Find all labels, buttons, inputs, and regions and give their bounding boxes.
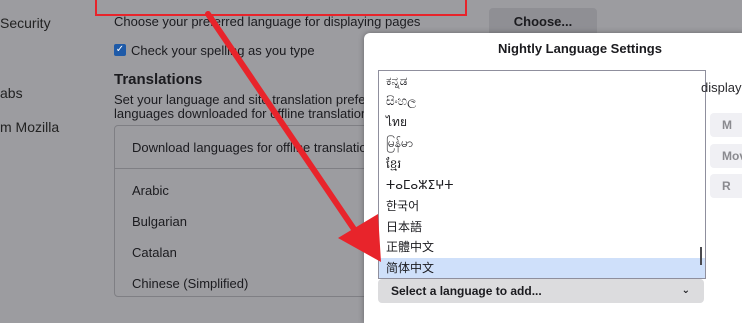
list-item-thai[interactable]: ไทย	[386, 112, 407, 132]
language-list[interactable]: ಕನ್ನಡ සිංහල ไทย မြန်မာ ខ្មែរ ⵜⴰⵎⴰⵣⵉⵖⵜ 한국…	[378, 70, 706, 279]
list-item-chinese-traditional[interactable]: 正體中文	[386, 237, 434, 257]
dialog-right-text: display a	[701, 80, 742, 95]
language-row-bulgarian: Bulgarian	[132, 214, 187, 229]
sidebar-item-label: abs	[0, 85, 23, 101]
spellcheck-checkbox[interactable]: ✓	[114, 44, 126, 56]
language-description: Choose your preferred language for displ…	[114, 14, 421, 29]
translations-panel: Download languages for offline translati…	[114, 125, 376, 297]
list-item-korean[interactable]: 한국어	[386, 196, 419, 216]
translations-title: Translations	[114, 71, 203, 88]
dialog-title: Nightly Language Settings	[498, 41, 662, 56]
language-row-catalan: Catalan	[132, 245, 177, 260]
list-item-chinese-simplified[interactable]: 简体中文	[379, 258, 705, 278]
language-row-arabic: Arabic	[132, 183, 169, 198]
move-down-button[interactable]: Mov	[710, 144, 742, 168]
sidebar-item-security[interactable]: Security	[0, 15, 51, 31]
spellcheck-label: Check your spelling as you type	[131, 43, 315, 58]
sidebar-item-tabs[interactable]: abs	[0, 85, 23, 101]
language-row-chinese-simplified: Chinese (Simplified)	[132, 276, 249, 291]
chevron-down-icon: ⌄	[681, 285, 690, 296]
list-item-sinhala[interactable]: සිංහල	[386, 91, 416, 111]
panel-header: Download languages for offline translati…	[115, 126, 375, 169]
translations-description-line1: Set your language and site translation p…	[114, 92, 391, 107]
panel-header-label: Download languages for offline translati…	[132, 140, 374, 155]
select-placeholder: Select a language to add...	[391, 284, 542, 298]
sidebar-item-label: Security	[0, 15, 51, 31]
list-item-burmese[interactable]: မြန်မာ	[386, 133, 413, 153]
list-item-japanese[interactable]: 日本語	[386, 217, 422, 237]
list-item-khmer[interactable]: ខ្មែរ	[386, 154, 401, 174]
translations-description-line2: languages downloaded for offline transla…	[114, 106, 372, 121]
list-item-tamazight[interactable]: ⵜⴰⵎⴰⵣⵉⵖⵜ	[386, 175, 453, 195]
list-scrollbar[interactable]	[700, 247, 702, 265]
sidebar-item-mozilla[interactable]: m Mozilla	[0, 119, 59, 135]
list-item-kannada[interactable]: ಕನ್ನಡ	[386, 71, 407, 91]
remove-button[interactable]: R	[710, 174, 742, 198]
choose-language-button[interactable]: Choose...	[489, 8, 597, 36]
add-language-select[interactable]: Select a language to add... ⌄	[378, 279, 704, 303]
move-up-button[interactable]: M	[710, 113, 742, 137]
sidebar-item-label: m Mozilla	[0, 119, 60, 135]
language-settings-dialog: Nightly Language Settings ಕನ್ನಡ සිංහල ไท…	[364, 33, 742, 323]
